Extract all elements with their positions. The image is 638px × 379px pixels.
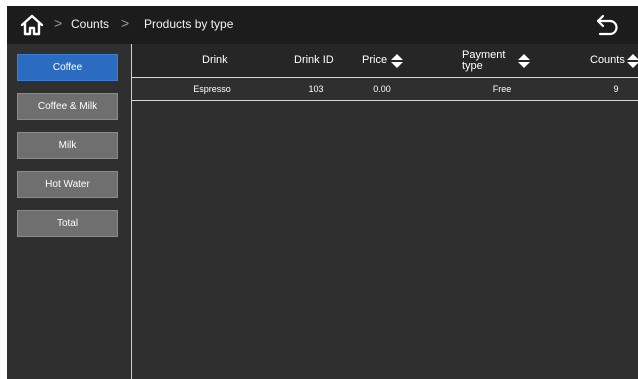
breadcrumb-counts[interactable]: Counts — [71, 17, 109, 31]
back-arrow-icon[interactable] — [594, 13, 620, 37]
column-header-price[interactable]: Price — [362, 44, 404, 77]
breadcrumb-separator: > — [121, 15, 130, 31]
sidebar-item-coffee-milk[interactable]: Coffee & Milk — [17, 93, 118, 120]
sort-icon[interactable] — [626, 53, 638, 68]
breadcrumb-current: Products by type — [144, 17, 234, 31]
table-header: Drink Drink ID Price Payment type Counts — [132, 44, 638, 78]
cell-price: 0.00 — [373, 84, 391, 94]
column-header-label: Payment type — [462, 48, 506, 72]
sidebar-item-milk[interactable]: Milk — [17, 132, 118, 159]
sort-icon[interactable] — [518, 53, 530, 68]
cell-counts: 9 — [613, 84, 619, 94]
cell-payment-type: Free — [492, 84, 512, 94]
column-header-drink: Drink — [202, 44, 228, 77]
cell-drink-id: 103 — [308, 84, 324, 94]
app-screen: > Counts > Products by type Coffee Coffe… — [7, 6, 638, 379]
sidebar-item-hot-water[interactable]: Hot Water — [17, 171, 118, 198]
table-row[interactable]: Espresso 103 0.00 Free 9 — [132, 78, 638, 101]
sidebar-item-total[interactable]: Total — [17, 210, 118, 237]
column-header-label: Counts — [590, 54, 625, 66]
sort-icon[interactable] — [391, 53, 404, 68]
products-table: Drink Drink ID Price Payment type Counts… — [132, 44, 638, 379]
column-header-counts[interactable]: Counts — [590, 44, 638, 77]
column-header-label: Drink ID — [294, 54, 334, 66]
column-header-label: Drink — [202, 54, 228, 66]
home-icon[interactable] — [19, 13, 45, 37]
column-header-payment-type[interactable]: Payment type — [462, 44, 530, 77]
column-header-drink-id: Drink ID — [294, 44, 334, 77]
top-bar: > Counts > Products by type — [7, 6, 638, 44]
category-sidebar: Coffee Coffee & Milk Milk Hot Water Tota… — [7, 44, 132, 379]
breadcrumb-separator: > — [54, 15, 63, 31]
cell-drink: Espresso — [193, 84, 231, 94]
column-header-label: Price — [362, 54, 388, 66]
sidebar-item-coffee[interactable]: Coffee — [17, 54, 118, 81]
